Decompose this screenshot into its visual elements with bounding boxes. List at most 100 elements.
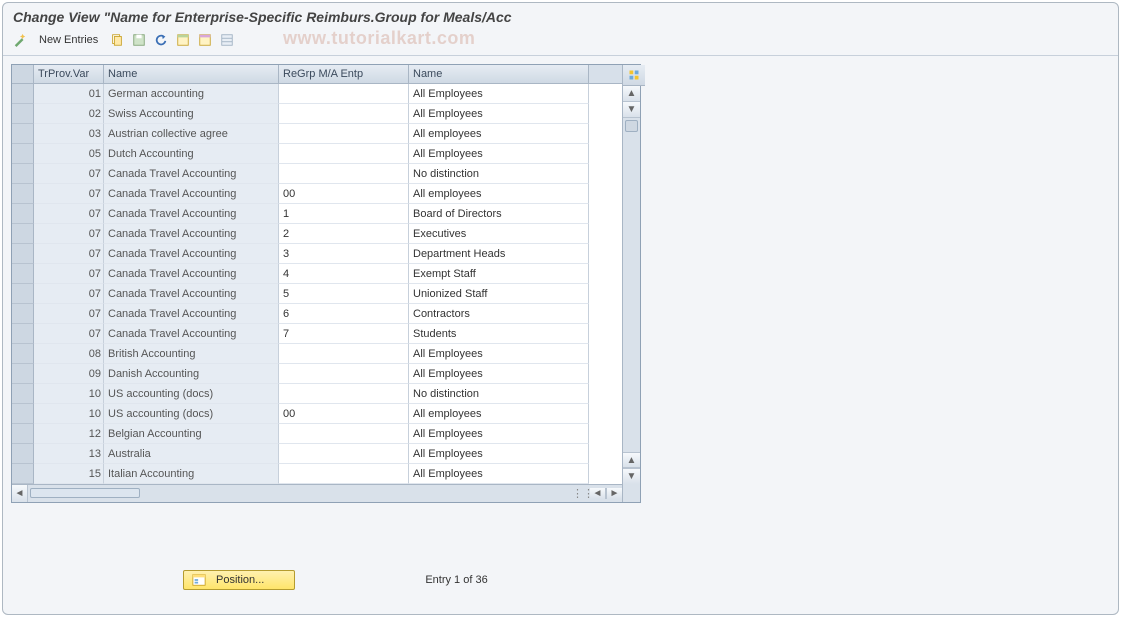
table-row[interactable]: 07Canada Travel Accounting2Executives [12, 224, 622, 244]
cell-regrp[interactable] [279, 384, 409, 404]
select-all-icon[interactable] [174, 31, 192, 49]
cell-regrp[interactable] [279, 164, 409, 184]
table-row[interactable]: 09Danish AccountingAll Employees [12, 364, 622, 384]
deselect-all-icon[interactable] [218, 31, 236, 49]
hscroll-track[interactable] [28, 485, 576, 502]
cell-regrp[interactable]: 6 [279, 304, 409, 324]
row-selector[interactable] [12, 404, 34, 424]
row-selector[interactable] [12, 124, 34, 144]
table-row[interactable]: 10US accounting (docs)00All employees [12, 404, 622, 424]
table-row[interactable]: 03Austrian collective agreeAll employees [12, 124, 622, 144]
resize-handle-icon[interactable]: ⋮⋮ [576, 485, 590, 502]
scroll-h-left2-icon[interactable]: ◄ [590, 488, 606, 499]
row-selector[interactable] [12, 324, 34, 344]
cell-name-2[interactable]: All Employees [409, 144, 589, 164]
table-row[interactable]: 07Canada Travel Accounting3Department He… [12, 244, 622, 264]
cell-name-2[interactable]: Board of Directors [409, 204, 589, 224]
table-row[interactable]: 05Dutch AccountingAll Employees [12, 144, 622, 164]
scroll-left-icon[interactable]: ◄ [12, 485, 28, 502]
row-selector[interactable] [12, 424, 34, 444]
cell-regrp[interactable] [279, 104, 409, 124]
table-row[interactable]: 15Italian AccountingAll Employees [12, 464, 622, 484]
cell-regrp[interactable]: 00 [279, 404, 409, 424]
table-row[interactable]: 07Canada Travel Accounting4Exempt Staff [12, 264, 622, 284]
new-entries-button[interactable]: New Entries [33, 32, 104, 48]
select-block-icon[interactable] [196, 31, 214, 49]
cell-regrp[interactable]: 4 [279, 264, 409, 284]
cell-name-2[interactable]: Exempt Staff [409, 264, 589, 284]
cell-regrp[interactable]: 7 [279, 324, 409, 344]
cell-name-2[interactable]: All Employees [409, 424, 589, 444]
cell-regrp[interactable]: 3 [279, 244, 409, 264]
save-variant-icon[interactable] [130, 31, 148, 49]
cell-name-2[interactable]: Department Heads [409, 244, 589, 264]
cell-regrp[interactable] [279, 464, 409, 484]
cell-regrp[interactable] [279, 364, 409, 384]
cell-regrp[interactable]: 1 [279, 204, 409, 224]
cell-name-2[interactable]: All Employees [409, 344, 589, 364]
row-selector[interactable] [12, 464, 34, 484]
cell-regrp[interactable] [279, 344, 409, 364]
cell-regrp[interactable] [279, 84, 409, 104]
col-name-2[interactable]: Name [409, 65, 589, 83]
cell-name-2[interactable]: All Employees [409, 364, 589, 384]
row-selector[interactable] [12, 264, 34, 284]
row-selector[interactable] [12, 284, 34, 304]
row-selector[interactable] [12, 144, 34, 164]
scroll-down-icon[interactable]: ▼ [623, 102, 640, 118]
cell-name-2[interactable]: All employees [409, 124, 589, 144]
cell-name-2[interactable]: Contractors [409, 304, 589, 324]
copy-icon[interactable] [108, 31, 126, 49]
table-row[interactable]: 07Canada Travel Accounting6Contractors [12, 304, 622, 324]
row-selector[interactable] [12, 104, 34, 124]
cell-name-2[interactable]: All Employees [409, 464, 589, 484]
cell-name-2[interactable]: All employees [409, 184, 589, 204]
col-name-1[interactable]: Name [104, 65, 279, 83]
table-row[interactable]: 10US accounting (docs)No distinction [12, 384, 622, 404]
cell-regrp[interactable] [279, 444, 409, 464]
row-selector[interactable] [12, 344, 34, 364]
col-regrp[interactable]: ReGrp M/A Entp [279, 65, 409, 83]
cell-name-2[interactable]: Students [409, 324, 589, 344]
table-row[interactable]: 07Canada Travel AccountingNo distinction [12, 164, 622, 184]
vscroll-thumb[interactable] [625, 120, 638, 132]
cell-regrp[interactable] [279, 424, 409, 444]
table-settings-icon[interactable] [623, 65, 645, 86]
hscroll-thumb[interactable] [30, 488, 140, 498]
scroll-down2-icon[interactable]: ▼ [623, 468, 640, 484]
row-selector[interactable] [12, 84, 34, 104]
cell-name-2[interactable]: All Employees [409, 84, 589, 104]
scroll-right-icon[interactable]: ► [606, 488, 622, 499]
table-row[interactable]: 02Swiss AccountingAll Employees [12, 104, 622, 124]
cell-name-2[interactable]: No distinction [409, 384, 589, 404]
row-selector[interactable] [12, 444, 34, 464]
cell-regrp[interactable] [279, 124, 409, 144]
row-selector[interactable] [12, 364, 34, 384]
wand-icon[interactable] [11, 31, 29, 49]
scroll-up-icon[interactable]: ▲ [623, 86, 640, 102]
row-selector[interactable] [12, 184, 34, 204]
cell-name-2[interactable]: All Employees [409, 104, 589, 124]
row-selector-header[interactable] [12, 65, 34, 83]
table-row[interactable]: 01German accountingAll Employees [12, 84, 622, 104]
cell-name-2[interactable]: Unionized Staff [409, 284, 589, 304]
row-selector[interactable] [12, 224, 34, 244]
table-row[interactable]: 13AustraliaAll Employees [12, 444, 622, 464]
vertical-scrollbar[interactable]: ▲ ▼ ▲ ▼ [622, 65, 640, 502]
cell-name-2[interactable]: All employees [409, 404, 589, 424]
cell-name-2[interactable]: Executives [409, 224, 589, 244]
table-row[interactable]: 07Canada Travel Accounting00All employee… [12, 184, 622, 204]
row-selector[interactable] [12, 304, 34, 324]
table-row[interactable]: 08British AccountingAll Employees [12, 344, 622, 364]
table-row[interactable]: 12Belgian AccountingAll Employees [12, 424, 622, 444]
position-button[interactable]: Position... [183, 570, 295, 590]
row-selector[interactable] [12, 204, 34, 224]
row-selector[interactable] [12, 384, 34, 404]
cell-regrp[interactable]: 2 [279, 224, 409, 244]
row-selector[interactable] [12, 164, 34, 184]
table-row[interactable]: 07Canada Travel Accounting1Board of Dire… [12, 204, 622, 224]
cell-regrp[interactable] [279, 144, 409, 164]
row-selector[interactable] [12, 244, 34, 264]
table-row[interactable]: 07Canada Travel Accounting7Students [12, 324, 622, 344]
undo-icon[interactable] [152, 31, 170, 49]
